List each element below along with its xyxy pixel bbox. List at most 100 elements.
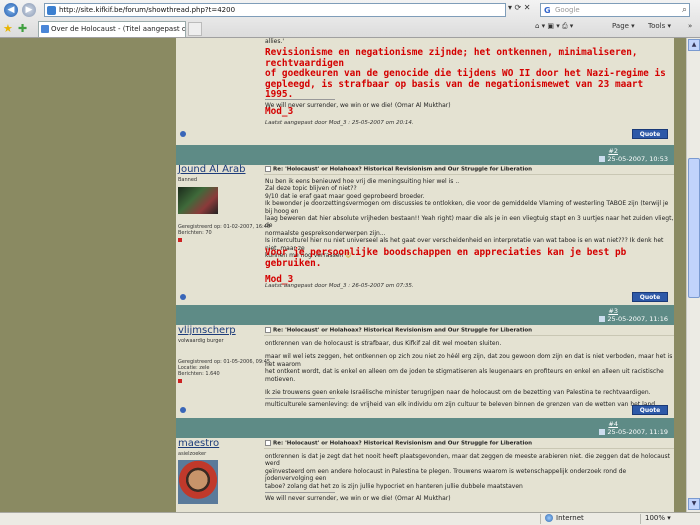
add-favorites-icon[interactable]: ✚ bbox=[18, 22, 27, 35]
post-line: ontkrennen is dat je zegt dat het nooit … bbox=[265, 453, 671, 468]
avatar bbox=[178, 187, 218, 214]
new-tab-button[interactable] bbox=[188, 22, 202, 36]
post-line: Ik zie trouwens geen enkele Israëlische … bbox=[265, 389, 651, 397]
post-line: allies.' bbox=[265, 38, 285, 45]
post-header-bar: #3 25-05-2007, 11:16 bbox=[176, 305, 674, 325]
search-icon[interactable]: ⌕ bbox=[682, 4, 687, 16]
tools-menu[interactable]: Tools ▾ bbox=[648, 22, 671, 30]
tab-row: ★ ✚ Over de Holocaust - (Titel aangepast… bbox=[0, 19, 700, 37]
search-input[interactable]: G Google ⌕ bbox=[540, 3, 690, 17]
post-date-text: 25-05-2007, 11:19 bbox=[607, 428, 668, 436]
post-date: 25-05-2007, 11:19 bbox=[599, 428, 668, 436]
post-title-icon bbox=[265, 166, 271, 172]
zone-text: Internet bbox=[556, 514, 584, 522]
post-line: Nu ben ik eens benieuwd hoe vrij die men… bbox=[265, 178, 460, 185]
post-number-link[interactable]: #4 bbox=[608, 420, 618, 428]
post-date: 25-05-2007, 11:16 bbox=[599, 315, 668, 323]
signature-divider bbox=[265, 492, 335, 494]
scroll-up-icon[interactable]: ▲ bbox=[688, 39, 700, 51]
security-zone: Internet bbox=[545, 514, 584, 522]
favorites-star-icon[interactable]: ★ bbox=[3, 22, 13, 35]
post-line: laag beweren dat hier absolute vrijheden… bbox=[265, 215, 674, 230]
info-line: Berichten: 1.640 bbox=[178, 371, 220, 377]
author-link[interactable]: maestro bbox=[178, 438, 219, 449]
post-1-signature: We will never surrender, we win or we di… bbox=[265, 97, 670, 109]
post-icon bbox=[599, 316, 606, 322]
online-status-icon bbox=[178, 379, 182, 383]
post-number-link[interactable]: #2 bbox=[608, 147, 618, 155]
post-line: normaalste gespreksonderwerpen zijn... bbox=[265, 229, 386, 237]
post-4-body: ontkrennen is dat je zegt dat het nooit … bbox=[265, 453, 675, 502]
user-info: Geregistreerd op: 01-05-2006, 09:45 Loca… bbox=[178, 359, 270, 377]
info-line: Berichten: 70 bbox=[178, 230, 212, 236]
chevron-icon[interactable]: » bbox=[688, 22, 692, 30]
address-controls[interactable]: ▾ ⟳ ✕ bbox=[508, 3, 531, 12]
tab-favicon-icon bbox=[41, 25, 49, 33]
post-title-icon bbox=[265, 327, 271, 333]
mod-line: Voor je persoonlijke boodschappen en app… bbox=[265, 247, 627, 269]
post-1-body: allies.' bbox=[265, 38, 670, 45]
back-button[interactable]: ◀ bbox=[4, 3, 18, 17]
tab-active[interactable]: Over de Holocaust - (Titel aangepast doo… bbox=[38, 21, 186, 37]
report-icon[interactable] bbox=[180, 294, 186, 300]
post-line: geïnvesteerd om een andere holocaust in … bbox=[265, 467, 627, 483]
report-icon[interactable] bbox=[180, 131, 186, 137]
title-divider bbox=[264, 335, 674, 336]
search-placeholder: Google bbox=[555, 6, 580, 14]
signature-divider bbox=[265, 398, 335, 400]
post-icon bbox=[599, 156, 606, 162]
globe-icon bbox=[545, 514, 553, 522]
address-bar[interactable]: http://site.kifkif.be/forum/showthread.p… bbox=[44, 3, 506, 17]
post-3-body: ontkrennen van de holocaust is strafbaar… bbox=[265, 340, 675, 409]
command-icons[interactable]: ⌂ ▾ ▣ ▾ ⎙ ▾ bbox=[535, 22, 573, 31]
status-divider bbox=[640, 514, 641, 524]
status-divider bbox=[540, 514, 541, 524]
signature-text: We will never surrender, we win or we di… bbox=[265, 495, 451, 503]
post-title: Re: 'Holocaust' or Holahoax? Historical … bbox=[265, 327, 532, 334]
page-icon bbox=[47, 6, 56, 15]
post-title: Re: 'Holocaust' or Holahoax? Historical … bbox=[265, 440, 532, 447]
post-header-bar: #4 25-05-2007, 11:19 bbox=[176, 418, 674, 438]
left-background bbox=[0, 38, 175, 512]
scroll-down-icon[interactable]: ▼ bbox=[688, 498, 700, 510]
avatar bbox=[178, 460, 218, 504]
user-title: asielzoeker bbox=[178, 451, 207, 457]
signature-divider bbox=[265, 99, 335, 100]
post-date-text: 25-05-2007, 10:53 bbox=[607, 155, 668, 163]
page-menu[interactable]: Page ▾ bbox=[612, 22, 635, 30]
forward-button[interactable]: ▶ bbox=[22, 3, 36, 17]
post-icon bbox=[599, 429, 606, 435]
scrollbar-thumb[interactable] bbox=[688, 158, 700, 298]
quote-button[interactable]: Quote bbox=[632, 292, 668, 302]
report-icon[interactable] bbox=[180, 407, 186, 413]
quote-button[interactable]: Quote bbox=[632, 405, 668, 415]
author-link[interactable]: Jound Al Arab bbox=[178, 164, 246, 175]
post-date-text: 25-05-2007, 11:16 bbox=[607, 315, 668, 323]
post-line: het ontkent wordt, dat is enkel en allee… bbox=[265, 368, 664, 383]
address-text: http://site.kifkif.be/forum/showthread.p… bbox=[59, 6, 236, 14]
online-status-icon bbox=[178, 238, 182, 242]
moderator-note: Voor je persoonlijke boodschappen en app… bbox=[265, 247, 675, 286]
user-title: Banned bbox=[178, 177, 198, 183]
address-row: ◀ ▶ http://site.kifkif.be/forum/showthre… bbox=[0, 2, 700, 18]
post-line: ontkrennen van de holocaust is strafbaar… bbox=[265, 340, 502, 347]
post-number-link[interactable]: #3 bbox=[608, 307, 618, 315]
vertical-scrollbar[interactable]: ▲ ▼ bbox=[686, 38, 700, 512]
edited-note: Laatst aangepast door Mod_3 : 25-05-2007… bbox=[265, 120, 414, 126]
signature-text: We will never surrender, we win or we di… bbox=[265, 102, 451, 109]
post-title-text: Re: 'Holocaust' or Holahoax? Historical … bbox=[273, 440, 533, 447]
mod-line: Revisionisme en negationisme zijnde; het… bbox=[265, 47, 638, 69]
title-divider bbox=[264, 174, 674, 175]
post-line: 9/10 dat ie eraf gaat maar goed geprobee… bbox=[265, 192, 425, 200]
post-title-text: Re: 'Holocaust' or Holahoax? Historical … bbox=[273, 166, 533, 173]
quote-button[interactable]: Quote bbox=[632, 129, 668, 139]
post-title-text: Re: 'Holocaust' or Holahoax? Historical … bbox=[273, 327, 533, 334]
edited-note: Laatst aangepast door Mod_3 : 26-05-2007… bbox=[265, 283, 414, 289]
post-title-icon bbox=[265, 440, 271, 446]
tab-title: Over de Holocaust - (Titel aangepast doo… bbox=[51, 25, 186, 33]
post-title: Re: 'Holocaust' or Holahoax? Historical … bbox=[265, 166, 532, 173]
browser-toolbar: ◀ ▶ http://site.kifkif.be/forum/showthre… bbox=[0, 0, 700, 38]
author-link[interactable]: vlijmscherp bbox=[178, 325, 236, 336]
zoom-control[interactable]: 100% ▾ bbox=[645, 514, 671, 522]
user-title: volwaardig burger bbox=[178, 338, 224, 344]
